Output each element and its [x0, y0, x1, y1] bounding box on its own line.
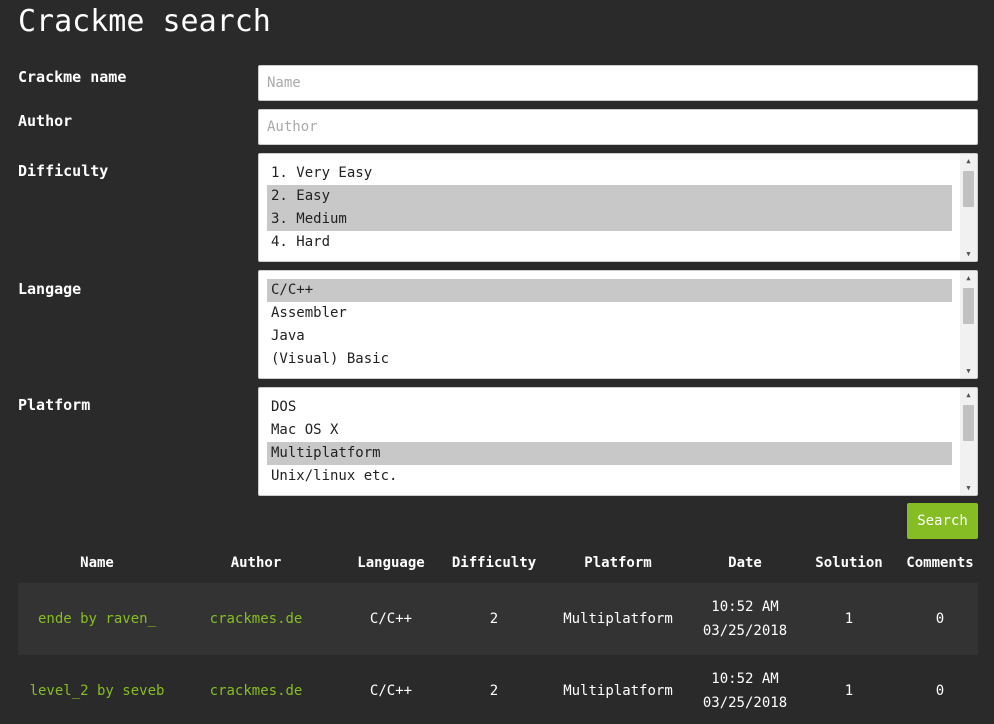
date-time: 10:52 AM	[711, 671, 779, 687]
author-link[interactable]: crackmes.de	[176, 679, 336, 703]
platform-option[interactable]: DOS	[267, 396, 952, 419]
crackme-name-link[interactable]: ende by raven_	[18, 607, 176, 631]
search-button[interactable]: Search	[907, 503, 978, 539]
column-header-date[interactable]: Date	[694, 551, 796, 575]
difficulty-option[interactable]: 4. Hard	[267, 231, 952, 254]
crackme-name-link[interactable]: level_2 by seveb	[18, 679, 176, 703]
language-label: Langage	[18, 280, 82, 298]
language-options: C/C++ Assembler Java (Visual) Basic	[267, 279, 952, 371]
difficulty-option[interactable]: 3. Medium	[267, 208, 952, 231]
platform-scrollbar[interactable]: ▲ ▼	[960, 388, 977, 495]
column-header-comments[interactable]: Comments	[902, 551, 978, 575]
date-cell: 10:52 AM 03/25/2018	[694, 667, 796, 715]
author-label: Author	[18, 112, 73, 130]
column-header-platform[interactable]: Platform	[542, 551, 694, 575]
scroll-down-arrow-icon[interactable]: ▼	[960, 481, 977, 495]
date-day: 03/25/2018	[702, 623, 788, 639]
language-cell: C/C++	[369, 683, 413, 699]
difficulty-option[interactable]: 1. Very Easy	[267, 162, 952, 185]
crackme-name-input[interactable]	[258, 65, 978, 101]
platform-scroll-thumb[interactable]	[963, 405, 974, 441]
scroll-up-arrow-icon[interactable]: ▲	[960, 271, 977, 285]
platform-option[interactable]: Multiplatform	[267, 442, 952, 465]
platform-option[interactable]: Mac OS X	[267, 419, 952, 442]
solution-count-cell: 1	[844, 683, 854, 699]
platform-label: Platform	[18, 396, 91, 414]
difficulty-label: Difficulty	[18, 162, 109, 180]
column-header-name[interactable]: Name	[18, 551, 176, 575]
solution-count-cell: 1	[844, 611, 854, 627]
platform-cell: Multiplatform	[563, 611, 673, 627]
author-input[interactable]	[258, 109, 978, 145]
language-scrollbar[interactable]: ▲ ▼	[960, 271, 977, 378]
difficulty-select[interactable]: 1. Very Easy 2. Easy 3. Medium 4. Hard ▲…	[258, 153, 978, 262]
scroll-up-arrow-icon[interactable]: ▲	[960, 388, 977, 402]
comments-count-cell: 0	[935, 683, 945, 699]
scroll-up-arrow-icon[interactable]: ▲	[960, 154, 977, 168]
language-option[interactable]: (Visual) Basic	[267, 348, 952, 371]
page-title: Crackme search	[18, 4, 271, 39]
column-header-author[interactable]: Author	[176, 551, 336, 575]
date-cell: 10:52 AM 03/25/2018	[694, 595, 796, 643]
difficulty-options: 1. Very Easy 2. Easy 3. Medium 4. Hard	[267, 162, 952, 254]
scroll-down-arrow-icon[interactable]: ▼	[960, 247, 977, 261]
crackme-search-page: Crackme search Crackme name Author Diffi…	[0, 0, 994, 724]
difficulty-cell: 2	[489, 611, 499, 627]
language-option[interactable]: C/C++	[267, 279, 952, 302]
platform-cell: Multiplatform	[563, 683, 673, 699]
platform-select[interactable]: DOS Mac OS X Multiplatform Unix/linux et…	[258, 387, 978, 496]
date-time: 10:52 AM	[711, 599, 779, 615]
language-scroll-thumb[interactable]	[963, 288, 974, 324]
language-cell: C/C++	[369, 611, 413, 627]
language-select[interactable]: C/C++ Assembler Java (Visual) Basic ▲ ▼	[258, 270, 978, 379]
difficulty-option[interactable]: 2. Easy	[267, 185, 952, 208]
author-link[interactable]: crackmes.de	[176, 607, 336, 631]
table-header-row: Name Author Language Difficulty Platform…	[18, 543, 978, 583]
column-header-solution[interactable]: Solution	[796, 551, 902, 575]
column-header-language[interactable]: Language	[336, 551, 446, 575]
platform-options: DOS Mac OS X Multiplatform Unix/linux et…	[267, 396, 952, 488]
column-header-difficulty[interactable]: Difficulty	[446, 551, 542, 575]
platform-option[interactable]: Unix/linux etc.	[267, 465, 952, 488]
results-table: Name Author Language Difficulty Platform…	[18, 543, 978, 724]
difficulty-scrollbar[interactable]: ▲ ▼	[960, 154, 977, 261]
difficulty-cell: 2	[489, 683, 499, 699]
language-option[interactable]: Assembler	[267, 302, 952, 325]
table-row: ende by raven_ crackmes.de C/C++ 2 Multi…	[18, 583, 978, 655]
date-day: 03/25/2018	[702, 695, 788, 711]
comments-count-cell: 0	[935, 611, 945, 627]
scroll-down-arrow-icon[interactable]: ▼	[960, 364, 977, 378]
language-option[interactable]: Java	[267, 325, 952, 348]
crackme-name-label: Crackme name	[18, 68, 127, 86]
difficulty-scroll-thumb[interactable]	[963, 171, 974, 207]
table-row: level_2 by seveb crackmes.de C/C++ 2 Mul…	[18, 655, 978, 724]
